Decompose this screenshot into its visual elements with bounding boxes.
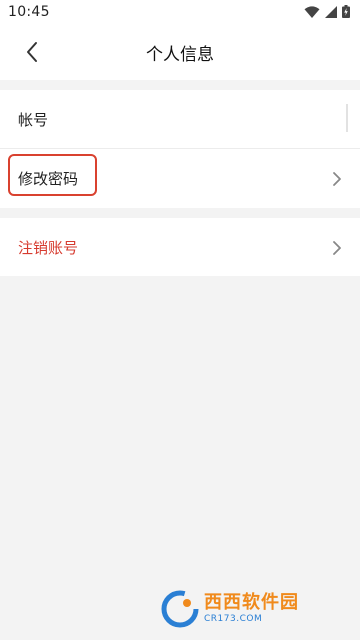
status-bar: 10:45 — [0, 0, 360, 24]
row-edge-divider — [346, 104, 348, 132]
battery-icon — [342, 3, 350, 22]
watermark-logo: 西西软件园 CR173.COM — [160, 585, 350, 633]
danger-zone-group: 注销账号 — [0, 218, 360, 276]
page-title: 个人信息 — [146, 44, 214, 65]
account-label: 帐号 — [18, 111, 49, 129]
account-settings-group: 帐号 修改密码 — [0, 90, 360, 208]
chevron-right-icon — [333, 171, 341, 186]
chevron-right-icon — [333, 240, 341, 255]
change-password-label: 修改密码 — [18, 170, 79, 188]
change-password-row[interactable]: 修改密码 — [0, 149, 360, 208]
chevron-left-icon — [27, 42, 37, 62]
back-button[interactable] — [18, 38, 46, 66]
watermark-sub-text: CR173.COM — [204, 614, 263, 624]
app-header: 个人信息 — [0, 24, 360, 80]
status-icons — [304, 3, 350, 22]
account-row: 帐号 — [0, 90, 360, 149]
wifi-icon — [304, 3, 320, 22]
signal-icon — [325, 3, 337, 22]
watermark-main-text: 西西软件园 — [204, 592, 299, 613]
logo-mark-icon — [161, 590, 199, 628]
cancel-account-label: 注销账号 — [18, 239, 79, 257]
cancel-account-row[interactable]: 注销账号 — [0, 218, 360, 277]
status-time: 10:45 — [8, 4, 50, 20]
